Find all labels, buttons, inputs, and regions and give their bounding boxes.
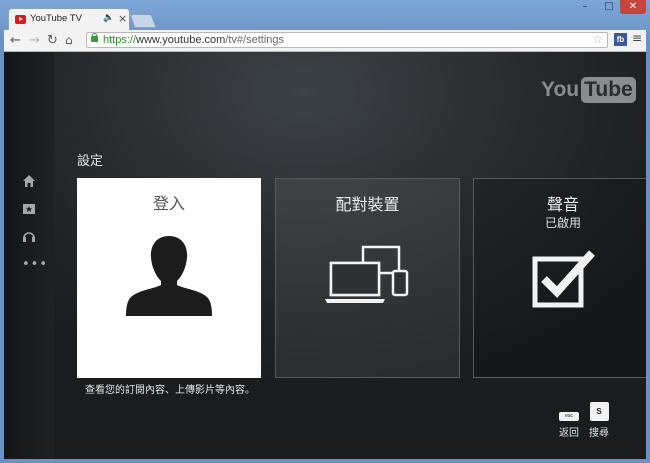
more-icon[interactable]: ••• — [22, 258, 47, 272]
back-label: 返回 — [559, 428, 579, 439]
new-tab-button[interactable] — [129, 14, 157, 28]
headphones-icon[interactable] — [22, 229, 36, 243]
card-title: 登入 — [152, 194, 185, 213]
person-icon — [126, 236, 212, 316]
checkbox-checked-icon — [532, 250, 595, 308]
pair-device-card[interactable]: 配對裝置 — [275, 178, 460, 378]
search-label: 搜尋 — [589, 428, 609, 439]
tab-title: YouTube TV — [30, 13, 82, 24]
window-minimize-button[interactable]: – — [574, 0, 596, 14]
s-key-icon: S — [589, 402, 609, 421]
esc-key-icon: esc — [559, 412, 579, 421]
url-text: https://www.youtube.com/tv#/settings — [103, 34, 284, 46]
window-maximize-button[interactable]: □ — [598, 0, 620, 14]
search-key-hint[interactable]: S 搜尋 — [585, 402, 613, 439]
bookmark-star-icon[interactable]: ☆ — [592, 32, 603, 46]
back-key-hint[interactable]: esc 返回 — [556, 412, 582, 439]
sound-card[interactable]: 聲音 已啟用 — [473, 178, 646, 378]
browser-window: YouTube TV 🔈 × – □ ✕ ← → ↻ ⌂ https://www… — [0, 0, 650, 463]
subscriptions-icon[interactable] — [22, 202, 36, 216]
sign-in-card[interactable]: 登入 — [77, 178, 261, 378]
back-arrow-icon[interactable]: ← — [10, 32, 21, 49]
browser-tab[interactable]: YouTube TV 🔈 × — [8, 8, 130, 30]
card-title: 配對裝置 — [335, 195, 400, 214]
youtube-logo: You Tube — [541, 76, 636, 104]
logo-tube: Tube — [581, 77, 636, 103]
sound-status: 已啟用 — [544, 216, 581, 230]
browser-toolbar: ← → ↻ ⌂ https://www.youtube.com/tv#/sett… — [4, 30, 646, 52]
devices-icon — [325, 245, 409, 303]
page-title: 設定 — [77, 154, 104, 169]
logo-you: You — [541, 78, 580, 101]
card-title: 聲音 — [546, 195, 579, 214]
home-icon[interactable]: ⌂ — [65, 32, 73, 49]
facebook-extension-icon[interactable]: fb — [614, 33, 627, 46]
left-nav-rail: ••• — [4, 52, 54, 459]
tab-close-button[interactable]: × — [118, 12, 127, 25]
sign-in-description: 查看您的訂閱內容、上傳影片等內容。 — [85, 385, 255, 396]
address-bar[interactable]: https://www.youtube.com/tv#/settings ☆ — [86, 32, 608, 48]
menu-icon[interactable]: ≡ — [632, 31, 642, 45]
speaker-icon: 🔈 — [103, 13, 115, 23]
forward-arrow-icon[interactable]: → — [29, 32, 40, 49]
youtube-tv-page: ••• You Tube 設定 登入 配對裝置 聲音 已啟用 查看您的訂閱內容、… — [4, 52, 646, 459]
lock-icon — [91, 33, 98, 42]
reload-icon[interactable]: ↻ — [47, 32, 58, 49]
window-close-button[interactable]: ✕ — [620, 0, 646, 14]
youtube-favicon-icon — [15, 15, 26, 24]
home-icon[interactable] — [22, 174, 36, 188]
